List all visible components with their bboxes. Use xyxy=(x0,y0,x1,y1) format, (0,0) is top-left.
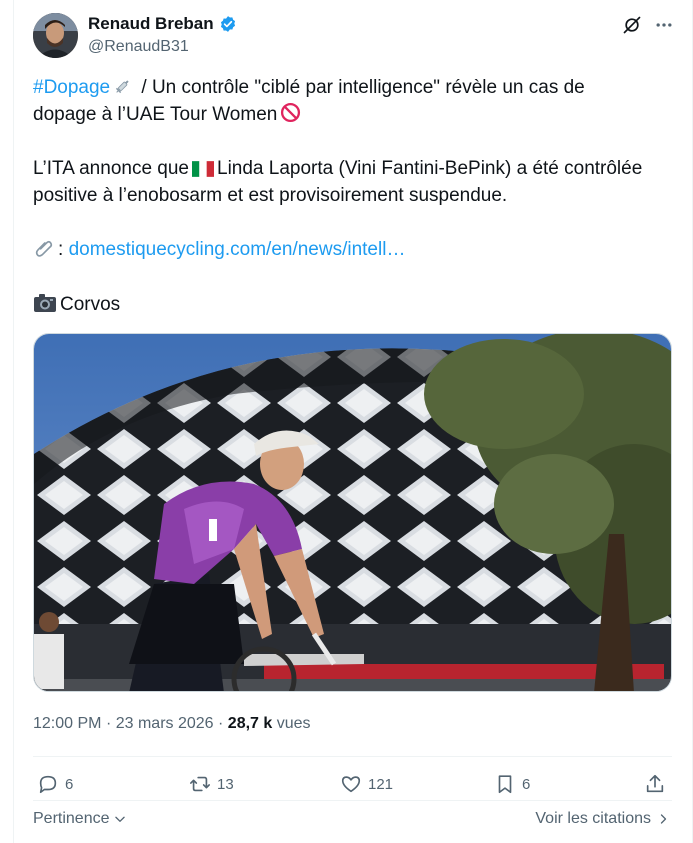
bookmark-button[interactable]: 6 xyxy=(494,771,530,797)
divider xyxy=(33,756,672,757)
avatar[interactable] xyxy=(33,13,78,58)
grok-icon[interactable] xyxy=(622,15,642,35)
quotes-label: Voir les citations xyxy=(535,810,651,827)
share-button[interactable] xyxy=(644,771,666,797)
tweet-time[interactable]: 12:00 PM xyxy=(33,715,101,732)
views-label: vues xyxy=(276,715,311,732)
bookmark-count: 6 xyxy=(522,775,531,793)
verified-badge-icon xyxy=(220,16,236,32)
tweet-text: Corvos xyxy=(60,294,121,315)
tweet-text: dopage à l’UAE Tour Women xyxy=(33,104,278,125)
article-link[interactable]: domestiquecycling.com/en/news/intell… xyxy=(69,239,406,260)
chevron-right-icon xyxy=(660,814,667,824)
reply-count: 6 xyxy=(65,775,74,793)
repost-icon xyxy=(190,776,210,792)
tweet-line-2: dopage à l’UAE Tour Women xyxy=(33,102,304,131)
share-icon xyxy=(646,774,664,793)
chevron-down-icon xyxy=(114,816,125,822)
sort-label: Pertinence xyxy=(33,810,110,827)
more-icon[interactable] xyxy=(654,15,674,35)
tweet-text: : xyxy=(58,239,64,260)
bookmark-icon xyxy=(498,775,512,794)
paperclip-icon xyxy=(33,238,55,266)
author-name[interactable]: Renaud Breban xyxy=(88,14,214,34)
tweet-text: L’ITA annonce que xyxy=(33,158,189,179)
author-handle[interactable]: @RenaudB31 xyxy=(88,38,189,56)
reply-button[interactable]: 6 xyxy=(37,771,73,797)
like-button[interactable]: 121 xyxy=(340,771,393,797)
syringe-icon xyxy=(113,76,133,104)
meta-separator: · xyxy=(218,715,224,732)
tweet-credit-line: Corvos xyxy=(33,292,120,321)
hashtag-link[interactable]: #Dopage xyxy=(33,77,110,98)
repost-button[interactable]: 13 xyxy=(189,771,234,797)
tweet-line-1: #Dopage / Un contrôle "ciblé par intelli… xyxy=(33,75,585,104)
repost-count: 13 xyxy=(217,775,234,793)
tweet-meta: 12:00 PM · 23 mars 2026 · 28,7 k vues xyxy=(33,715,311,733)
italy-flag-icon xyxy=(192,159,214,185)
sort-replies-dropdown[interactable]: Pertinence xyxy=(33,810,127,828)
cyclist-photo xyxy=(34,334,671,691)
tweet-text: / Un contrôle "ciblé par intelligence" r… xyxy=(136,77,585,98)
tweet-line-4: positive à l’enobosarm et est provisoire… xyxy=(33,185,508,206)
like-count: 121 xyxy=(368,775,394,793)
tweet-line-3: L’ITA annonce que Linda Laporta (Vini Fan… xyxy=(33,156,642,185)
camera-icon xyxy=(33,293,57,321)
view-quotes-link[interactable]: Voir les citations xyxy=(535,810,669,828)
like-icon xyxy=(341,776,361,793)
timeline-border-left xyxy=(13,0,14,843)
meta-separator: · xyxy=(105,715,112,732)
tweet-text: Linda Laporta (Vini Fantini-BePink) a ét… xyxy=(217,158,643,179)
prohibited-icon xyxy=(280,102,301,131)
tweet-date[interactable]: 23 mars 2026 xyxy=(116,715,214,732)
reply-icon xyxy=(39,775,57,794)
tweet-media-photo[interactable] xyxy=(33,333,672,692)
divider xyxy=(33,800,672,801)
tweet-link-line: : domestiquecycling.com/en/news/intell… xyxy=(33,237,405,266)
views-count: 28,7 k xyxy=(227,715,273,732)
